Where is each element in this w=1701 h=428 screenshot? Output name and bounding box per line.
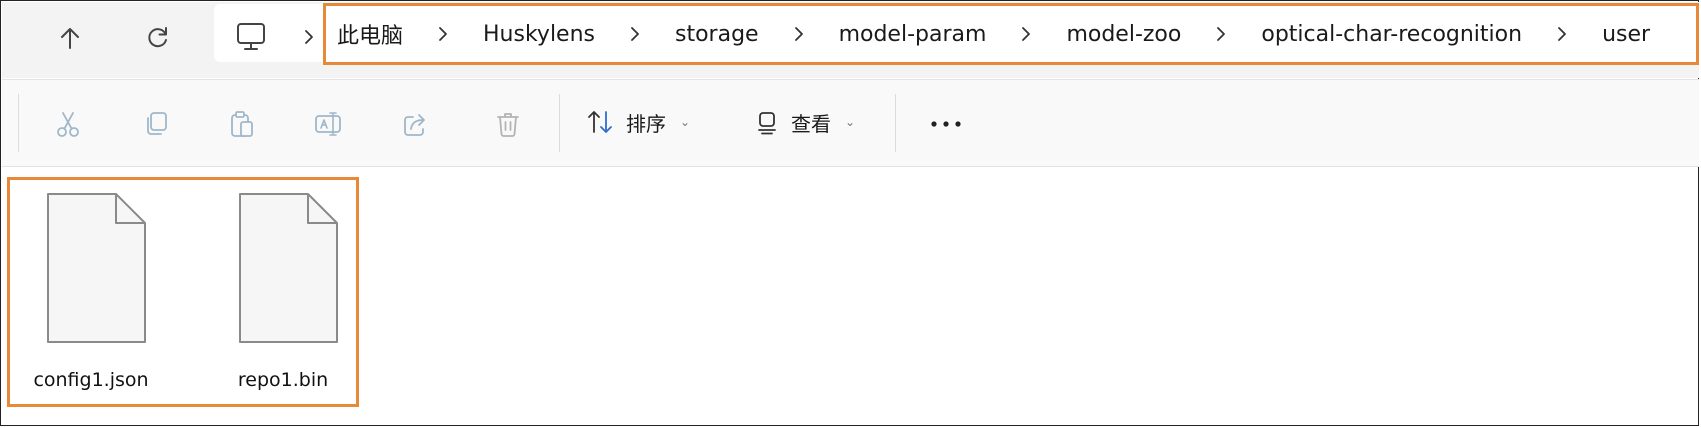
breadcrumb-item-this-pc[interactable]: 此电脑: [337, 18, 403, 50]
arrow-up-icon: [61, 28, 79, 49]
chevron-right-icon[interactable]: [1549, 23, 1575, 45]
cut-button[interactable]: [48, 104, 88, 144]
view-button[interactable]: 查看 ⌄: [755, 100, 855, 144]
divider: [559, 94, 560, 152]
share-icon: [404, 114, 425, 136]
cut-icon: [57, 112, 79, 137]
sort-label: 排序: [626, 111, 666, 136]
paste-icon: [231, 111, 253, 137]
delete-icon: [497, 113, 519, 137]
divider: [895, 94, 896, 152]
chevron-right-icon[interactable]: [1208, 23, 1234, 45]
chevron-right-icon[interactable]: [298, 22, 320, 52]
more-options-button[interactable]: [926, 106, 966, 142]
share-button[interactable]: [396, 104, 436, 144]
breadcrumb-item-model-param[interactable]: model-param: [839, 22, 987, 47]
file-name: config1.json: [33, 369, 149, 391]
view-label: 查看: [791, 111, 831, 136]
breadcrumb-item-optical-char-recognition[interactable]: optical-char-recognition: [1261, 22, 1522, 47]
file-icon: [239, 193, 338, 343]
copy-button[interactable]: [136, 104, 176, 144]
command-bar: 排序 ⌄ 查看 ⌄: [2, 79, 1699, 167]
breadcrumb-item-user[interactable]: user: [1602, 22, 1650, 47]
chevron-down-icon: ⌄: [845, 115, 856, 129]
chevron-right-icon[interactable]: [430, 23, 456, 45]
navigation-bar: 此电脑 Huskylens storage model-param model-…: [2, 2, 1701, 78]
computer-button[interactable]: [234, 20, 268, 54]
file-icon: [47, 193, 146, 343]
computer-icon: [237, 23, 265, 50]
file-explorer-window: 此电脑 Huskylens storage model-param model-…: [0, 0, 1701, 426]
chevron-right-icon[interactable]: [622, 23, 648, 45]
rename-icon: [315, 112, 341, 136]
sort-icon: [588, 111, 612, 133]
breadcrumb: 此电脑 Huskylens storage model-param model-…: [323, 3, 1699, 65]
chevron-right-icon[interactable]: [1013, 23, 1039, 45]
chevron-right-icon[interactable]: [786, 23, 812, 45]
file-name: repo1.bin: [237, 369, 329, 391]
breadcrumb-item-storage[interactable]: storage: [675, 22, 759, 47]
paste-button[interactable]: [222, 104, 262, 144]
up-button[interactable]: [48, 16, 92, 60]
divider: [18, 94, 19, 152]
file-item[interactable]: repo1.bin: [198, 191, 368, 391]
refresh-button[interactable]: [136, 16, 180, 60]
rename-button[interactable]: [308, 104, 348, 144]
copy-icon: [147, 112, 167, 135]
more-icon: [931, 121, 961, 127]
file-item[interactable]: config1.json: [6, 191, 176, 391]
breadcrumb-item-huskylens[interactable]: Huskylens: [483, 22, 595, 47]
chevron-down-icon: ⌄: [680, 115, 691, 129]
refresh-icon: [148, 27, 167, 48]
view-icon: [758, 112, 776, 135]
delete-button[interactable]: [488, 104, 528, 144]
sort-button[interactable]: 排序 ⌄: [586, 100, 690, 144]
breadcrumb-item-model-zoo[interactable]: model-zoo: [1066, 22, 1181, 47]
